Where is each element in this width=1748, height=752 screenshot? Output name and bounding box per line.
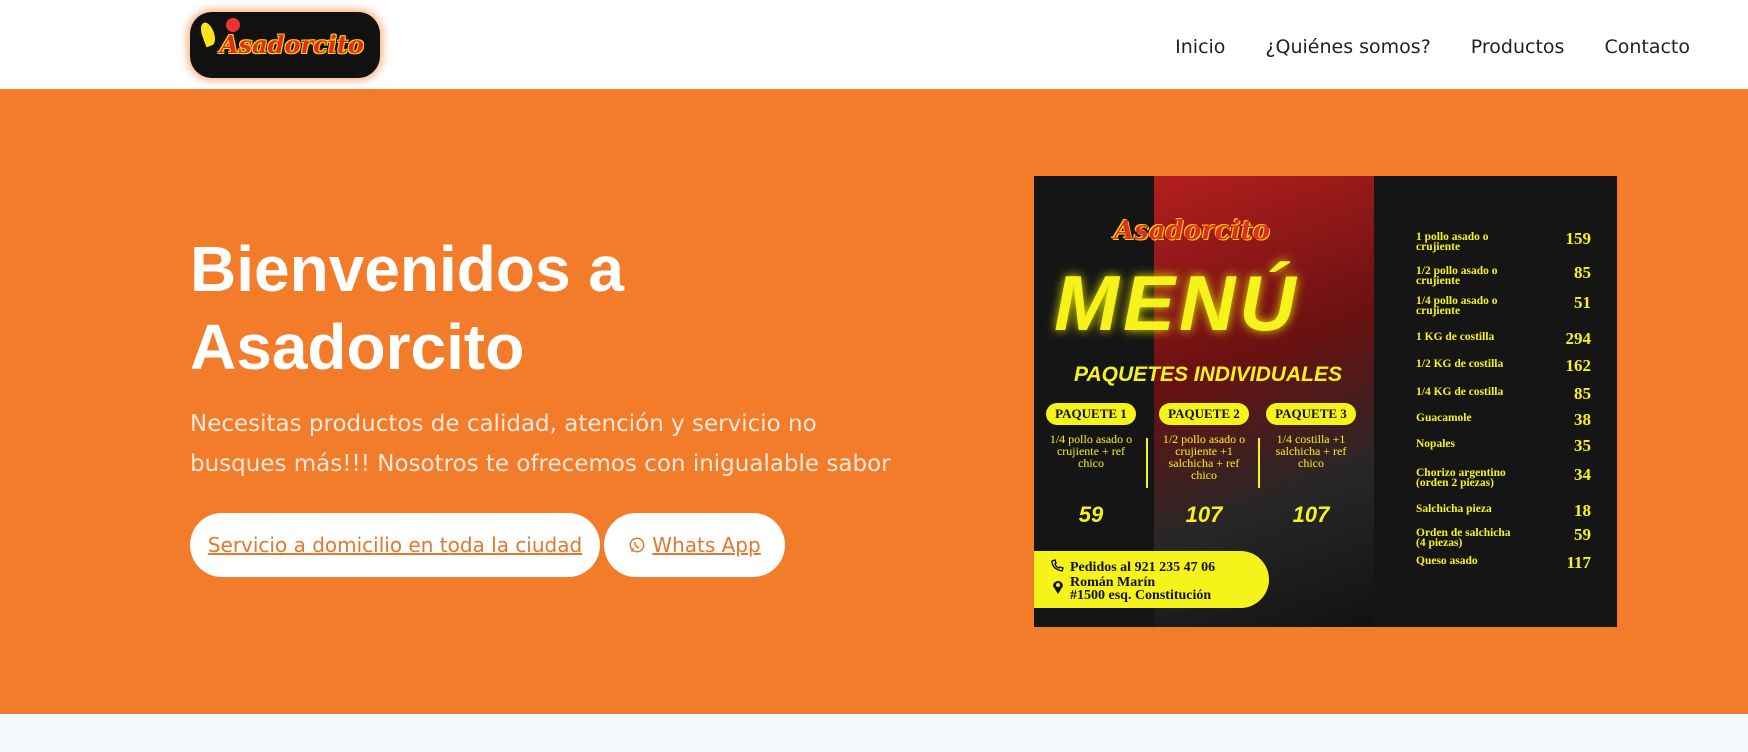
menu-item-price: 35 bbox=[1574, 436, 1591, 455]
package-tag: PAQUETE 3 bbox=[1266, 403, 1356, 425]
package-price: 59 bbox=[1078, 502, 1104, 527]
contact-box: Pedidos al 921 235 47 06 Román Marín #15… bbox=[1034, 551, 1269, 608]
package-tag: PAQUETE 2 bbox=[1159, 403, 1249, 425]
menu-item-price: 162 bbox=[1565, 356, 1592, 375]
menu-item-name: 1/4 KG de costilla bbox=[1416, 386, 1504, 398]
nav-productos[interactable]: Productos bbox=[1471, 36, 1565, 58]
location-pin-icon bbox=[1053, 581, 1063, 594]
nav-inicio[interactable]: Inicio bbox=[1175, 36, 1225, 58]
menu-item-name: 1 KG de costilla bbox=[1416, 331, 1495, 343]
package-price: 107 bbox=[1292, 502, 1330, 527]
menu-title: MENÚ bbox=[1054, 259, 1300, 347]
phone-icon bbox=[1051, 559, 1064, 572]
contact-address-2: #1500 esq. Constitución bbox=[1070, 588, 1212, 603]
hero-title-line1: Bienvenidos a bbox=[190, 233, 624, 305]
package-3: PAQUETE 3 1/4 costilla +1 salchicha + re… bbox=[1266, 403, 1356, 469]
menu-item-price: 59 bbox=[1574, 525, 1591, 544]
delivery-button[interactable]: Servicio a domicilio en toda la ciudad bbox=[190, 513, 600, 577]
menu-item-price: 18 bbox=[1574, 501, 1591, 520]
menu-item-name: 1/4 pollo asado o crujiente bbox=[1416, 295, 1498, 317]
menu-item-price: 294 bbox=[1565, 329, 1592, 348]
package-1: PAQUETE 1 1/4 pollo asado o crujiente + … bbox=[1046, 403, 1136, 469]
menu-image: Asadorcito MENÚ PAQUETES INDIVIDUALES PA… bbox=[1034, 176, 1617, 627]
package-price: 107 bbox=[1185, 502, 1223, 527]
logo-text: Asadorcito bbox=[220, 30, 364, 59]
menu-item-price: 51 bbox=[1574, 293, 1591, 312]
menu-subtitle: PAQUETES INDIVIDUALES bbox=[1074, 363, 1342, 386]
menu-item-name: 1/2 pollo asado o crujiente bbox=[1416, 265, 1498, 287]
site-header: Asadorcito Inicio ¿Quiénes somos? Produc… bbox=[0, 0, 1748, 89]
menu-item-name: Chorizo argentino (orden 2 piezas) bbox=[1416, 467, 1506, 489]
menu-item-price: 34 bbox=[1574, 465, 1591, 484]
nav-quienes-somos[interactable]: ¿Quiénes somos? bbox=[1265, 36, 1430, 58]
package-desc: 1/2 pollo asado o crujiente +1 salchicha… bbox=[1162, 432, 1246, 482]
delivery-button-label: Servicio a domicilio en toda la ciudad bbox=[207, 533, 583, 557]
hero-title-line2: Asadorcito bbox=[190, 311, 525, 383]
menu-item-price: 38 bbox=[1574, 410, 1591, 429]
menu-item-name: 1 pollo asado o crujiente bbox=[1416, 231, 1489, 253]
menu-item-name: Salchicha pieza bbox=[1416, 503, 1492, 515]
whatsapp-icon bbox=[629, 537, 645, 553]
menu-item-price: 159 bbox=[1565, 229, 1592, 248]
contact-phone: Pedidos al 921 235 47 06 bbox=[1070, 560, 1216, 575]
package-desc: 1/4 pollo asado o crujiente + ref chico bbox=[1049, 432, 1133, 470]
menu-item-price: 117 bbox=[1566, 553, 1591, 572]
menu-item-name: Nopales bbox=[1416, 438, 1455, 450]
main-nav: Inicio ¿Quiénes somos? Productos Contact… bbox=[1175, 36, 1690, 58]
nav-contacto[interactable]: Contacto bbox=[1604, 36, 1690, 58]
menu-item-name: Guacamole bbox=[1416, 412, 1472, 424]
hero-subtitle: Necesitas productos de calidad, atención… bbox=[190, 411, 891, 477]
package-2: PAQUETE 2 1/2 pollo asado o crujiente +1… bbox=[1159, 403, 1249, 481]
menu-item-name: Orden de salchicha (4 piezas) bbox=[1416, 527, 1511, 549]
package-tag: PAQUETE 1 bbox=[1046, 403, 1136, 425]
menu-item-price: 85 bbox=[1574, 384, 1591, 403]
whatsapp-button-label: Whats App bbox=[652, 533, 761, 557]
flame-icon bbox=[198, 20, 218, 48]
package-divider bbox=[1146, 438, 1148, 488]
menu-item-name: Queso asado bbox=[1416, 555, 1478, 567]
whatsapp-button[interactable]: Whats App bbox=[604, 513, 785, 577]
package-divider bbox=[1258, 438, 1260, 488]
asadorcito-logo[interactable]: Asadorcito bbox=[190, 12, 380, 78]
menu-item-price: 85 bbox=[1574, 263, 1591, 282]
menu-logo: Asadorcito bbox=[1114, 216, 1270, 246]
hero-title: Bienvenidos a Asadorcito bbox=[190, 230, 890, 386]
menu-item-name: 1/2 KG de costilla bbox=[1416, 358, 1504, 370]
package-desc: 1/4 costilla +1 salchicha + ref chico bbox=[1275, 432, 1347, 470]
